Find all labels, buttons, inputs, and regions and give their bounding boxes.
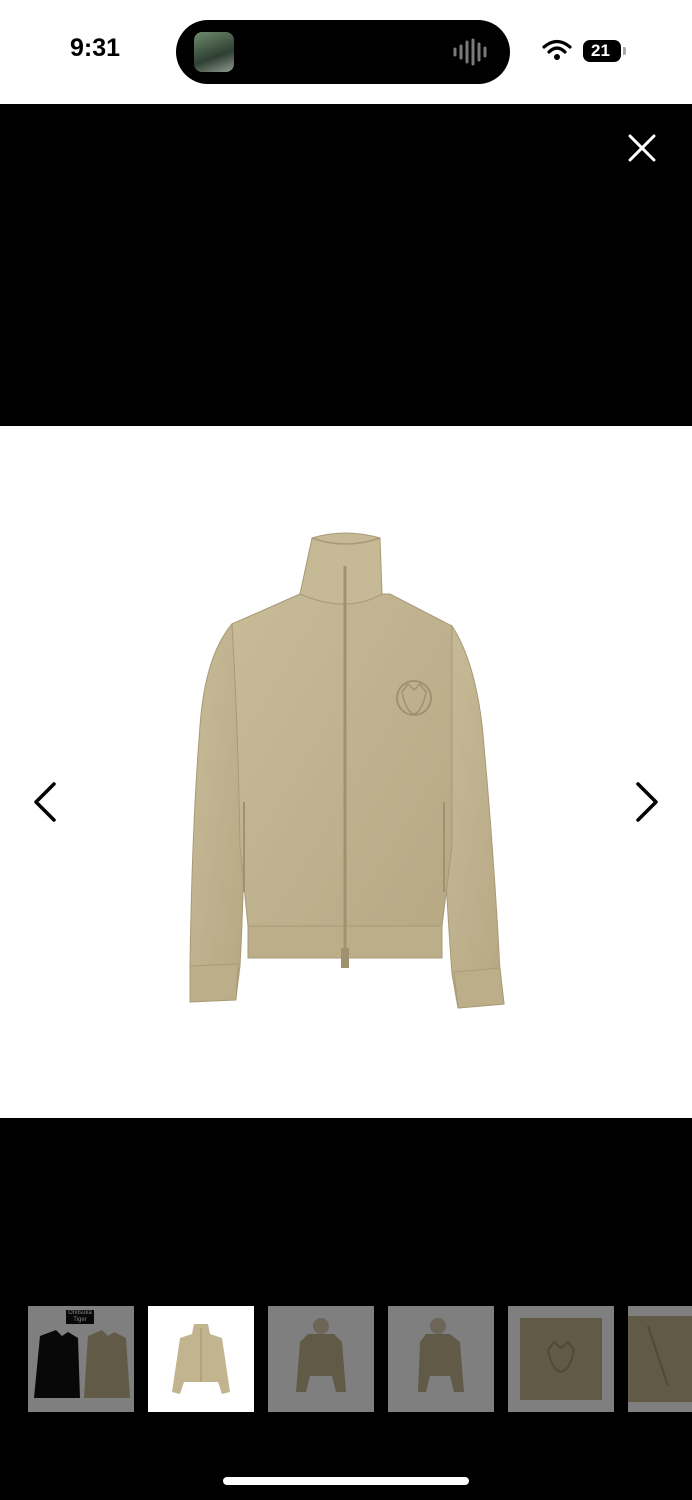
close-button[interactable]: [622, 128, 662, 168]
previous-image-button[interactable]: [26, 778, 70, 826]
thumbnail-beige-jacket-model-front[interactable]: [268, 1306, 374, 1412]
dynamic-island[interactable]: [176, 20, 510, 84]
audio-waveform-icon: [453, 38, 487, 66]
thumbnail-beige-jacket-front[interactable]: [148, 1306, 254, 1412]
thumbnail-black-and-beige-jackets[interactable]: Onitsuka Tiger: [28, 1306, 134, 1412]
chevron-left-icon: [34, 782, 56, 822]
close-icon: [628, 134, 656, 162]
now-playing-artwork[interactable]: [194, 32, 234, 72]
thumbnail-dim-overlay: [28, 1306, 134, 1412]
thumbnail-strip[interactable]: Onitsuka Tiger: [28, 1306, 692, 1412]
jacket-image: [189, 532, 505, 1009]
thumbnail-image: [172, 1324, 230, 1394]
status-bar: 9:31 21: [0, 0, 692, 104]
battery-level: 21: [583, 40, 621, 62]
thumbnail-beige-jacket-model-side[interactable]: [388, 1306, 494, 1412]
next-image-button[interactable]: [624, 778, 668, 826]
chevron-right-icon: [636, 782, 658, 822]
battery-cap: [623, 47, 626, 55]
thumbnail-tiger-emblem-detail[interactable]: [508, 1306, 614, 1412]
thumbnail-fabric-detail[interactable]: [628, 1306, 692, 1412]
product-image[interactable]: [0, 426, 692, 1118]
status-time: 9:31: [70, 34, 121, 62]
wifi-icon: [542, 39, 572, 60]
thumbnail-dim-overlay: [268, 1306, 374, 1412]
thumbnail-dim-overlay: [628, 1306, 692, 1412]
thumbnail-dim-overlay: [388, 1306, 494, 1412]
thumbnail-dim-overlay: [508, 1306, 614, 1412]
home-indicator[interactable]: [223, 1477, 469, 1485]
